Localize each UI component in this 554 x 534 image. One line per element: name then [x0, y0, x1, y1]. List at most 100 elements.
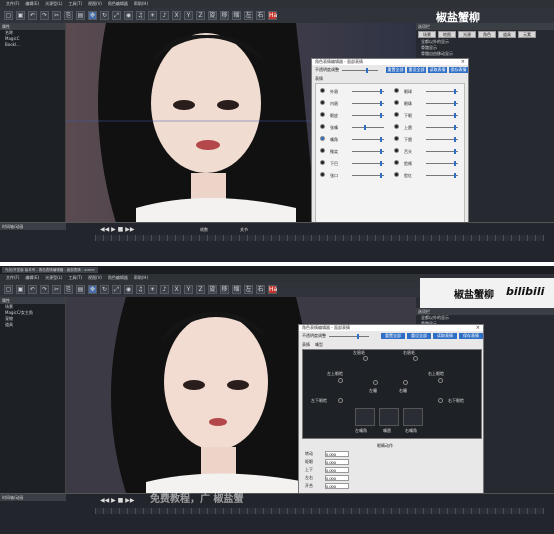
play-icon[interactable]: ◀◀ ▶ ■ ▶▶: [100, 497, 134, 504]
control-point[interactable]: [338, 398, 343, 403]
tab-map[interactable]: 地图: [438, 31, 456, 38]
slider-knob[interactable]: [380, 113, 382, 118]
field-input[interactable]: [325, 483, 349, 489]
expression-slider[interactable]: [426, 137, 458, 142]
timeline-ruler[interactable]: [95, 508, 544, 514]
expression-slider[interactable]: [426, 125, 458, 130]
axis-z-button[interactable]: Z: [196, 11, 205, 20]
field-input[interactable]: [325, 459, 349, 465]
timeline-ruler[interactable]: [95, 235, 544, 241]
mouth-box[interactable]: [379, 408, 399, 426]
reset-all-button[interactable]: 重置全部: [381, 333, 405, 339]
radio-icon[interactable]: [394, 124, 399, 129]
expression-slider[interactable]: [426, 161, 458, 166]
reset-button[interactable]: 重设全部: [407, 333, 431, 339]
undo-icon[interactable]: ↶: [28, 285, 37, 294]
radio-icon[interactable]: [320, 172, 325, 177]
left-button[interactable]: 左: [244, 11, 253, 20]
cut-icon[interactable]: ✂: [52, 285, 61, 294]
axis-x-button[interactable]: X: [172, 11, 181, 20]
redo-icon[interactable]: ↷: [40, 11, 49, 20]
light-icon[interactable]: ☀: [148, 285, 157, 294]
light-icon[interactable]: ☀: [148, 11, 157, 20]
save-button[interactable]: 保存表情: [459, 333, 483, 339]
rotate-icon[interactable]: ↻: [100, 11, 109, 20]
undo-icon[interactable]: ↶: [28, 11, 37, 20]
slider-knob[interactable]: [357, 334, 359, 339]
save-button[interactable]: 保存表情: [449, 67, 468, 73]
control-point[interactable]: [413, 356, 418, 361]
control-point[interactable]: [403, 380, 408, 385]
tab-elements[interactable]: 元素: [518, 31, 536, 38]
slider-knob[interactable]: [454, 101, 456, 106]
rotate-icon[interactable]: ↻: [100, 285, 109, 294]
move-icon[interactable]: ✥: [88, 285, 97, 294]
tree-item[interactable]: 道具: [0, 322, 65, 328]
menu-view[interactable]: 视图(V): [88, 275, 102, 281]
slider-knob[interactable]: [380, 89, 382, 94]
slider-knob[interactable]: [454, 113, 456, 118]
expression-slider[interactable]: [352, 137, 384, 142]
mouth-box[interactable]: [403, 408, 423, 426]
tab-scene[interactable]: 场景: [418, 31, 436, 38]
record-button[interactable]: Ha: [268, 285, 277, 294]
left-button[interactable]: 左: [244, 285, 253, 294]
redo-icon[interactable]: ↷: [40, 285, 49, 294]
expression-slider[interactable]: [352, 173, 384, 178]
rotate-mode-button[interactable]: 旋: [208, 285, 217, 294]
music-icon[interactable]: ♫: [136, 11, 145, 20]
sound-icon[interactable]: ♪: [160, 11, 169, 20]
radio-icon[interactable]: [320, 148, 325, 153]
play-icon[interactable]: ◀◀ ▶ ■ ▶▶: [100, 226, 134, 233]
tab-expression[interactable]: 表情: [302, 342, 310, 348]
radio-icon[interactable]: [394, 172, 399, 177]
expression-slider[interactable]: [426, 173, 458, 178]
move-mode-button[interactable]: 移: [220, 285, 229, 294]
slider-knob[interactable]: [366, 68, 368, 73]
slider-knob[interactable]: [380, 149, 382, 154]
control-point[interactable]: [438, 378, 443, 383]
reset-button[interactable]: 重设全部: [407, 67, 426, 73]
scale-icon[interactable]: ⤢: [112, 285, 121, 294]
slider-knob[interactable]: [454, 149, 456, 154]
paste-icon[interactable]: ▤: [76, 285, 85, 294]
menu-tools[interactable]: 工具(T): [68, 1, 82, 7]
slider-knob[interactable]: [454, 137, 456, 142]
radio-icon[interactable]: [394, 160, 399, 165]
menu-edit[interactable]: 编辑(E): [25, 1, 39, 7]
tab-mouth[interactable]: 嘴型: [315, 342, 323, 348]
load-button[interactable]: 读取表情: [428, 67, 447, 73]
control-point[interactable]: [438, 398, 443, 403]
slider-knob[interactable]: [380, 161, 382, 166]
slider-knob[interactable]: [364, 125, 366, 130]
expression-slider[interactable]: [352, 113, 384, 118]
scale-mode-button[interactable]: 缩: [232, 11, 241, 20]
radio-icon[interactable]: [394, 100, 399, 105]
slider-knob[interactable]: [380, 101, 382, 106]
slider-knob[interactable]: [454, 125, 456, 130]
expression-slider[interactable]: [352, 89, 384, 94]
radio-icon[interactable]: [394, 136, 399, 141]
camera-icon[interactable]: ◉: [124, 285, 133, 294]
menu-light[interactable]: 光源型(L): [45, 1, 62, 7]
slider-knob[interactable]: [454, 89, 456, 94]
camera-icon[interactable]: ◉: [124, 11, 133, 20]
expression-slider[interactable]: [426, 113, 458, 118]
axis-x-button[interactable]: X: [172, 285, 181, 294]
scale-mode-button[interactable]: 缩: [232, 285, 241, 294]
slider-knob[interactable]: [380, 137, 382, 142]
expression-slider[interactable]: [352, 125, 384, 130]
open-icon[interactable]: ▢: [4, 285, 13, 294]
move-icon[interactable]: ✥: [88, 11, 97, 20]
field-input[interactable]: [325, 475, 349, 481]
rotate-mode-button[interactable]: 旋: [208, 11, 217, 20]
slider-knob[interactable]: [454, 161, 456, 166]
field-input[interactable]: [325, 467, 349, 473]
tab-props[interactable]: 道具: [498, 31, 516, 38]
radio-icon[interactable]: [394, 88, 399, 93]
expression-slider[interactable]: [426, 149, 458, 154]
axis-y-button[interactable]: Y: [184, 11, 193, 20]
menu-help[interactable]: 帮助(H): [134, 1, 148, 7]
save-icon[interactable]: ▣: [16, 285, 25, 294]
opacity-slider[interactable]: [329, 334, 369, 339]
